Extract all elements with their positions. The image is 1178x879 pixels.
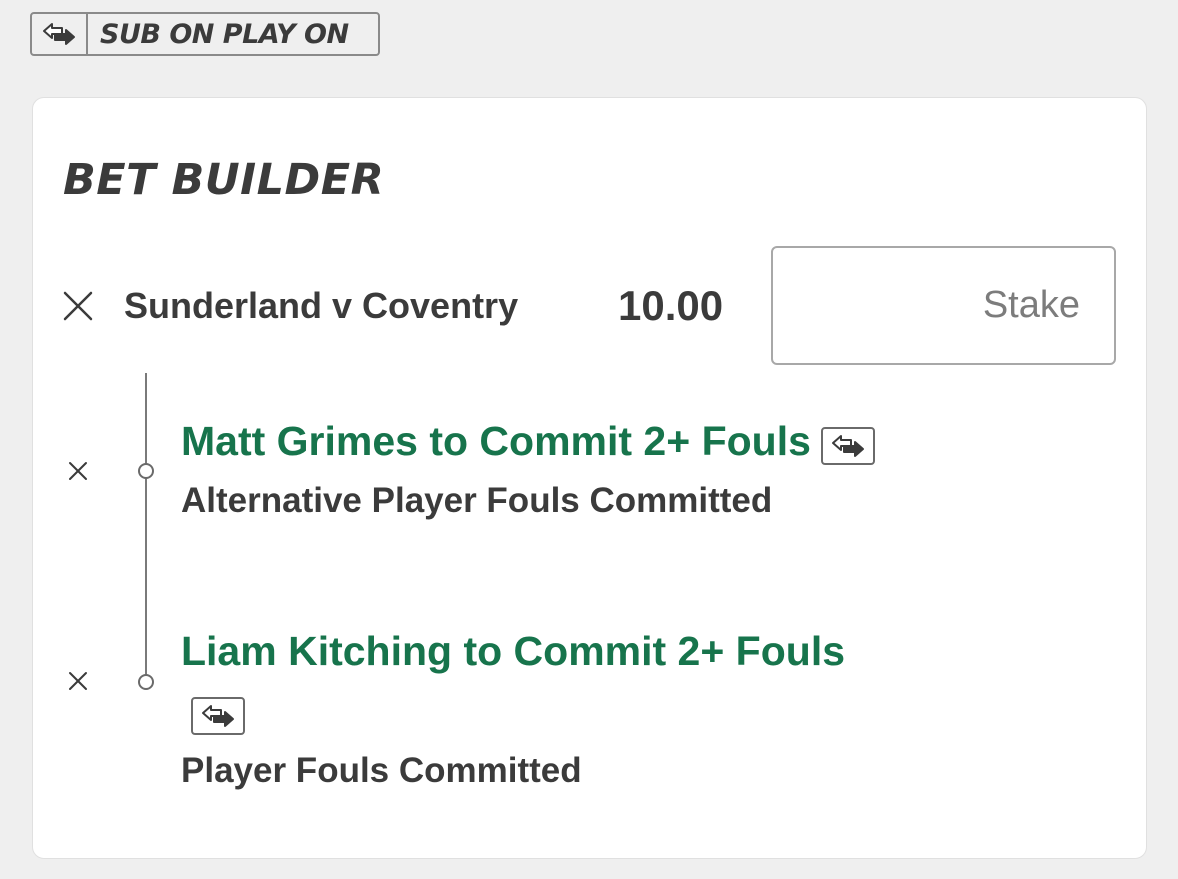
sub-swap-icon (191, 697, 245, 735)
remove-selection-close-icon[interactable] (68, 671, 88, 691)
remove-bet-close-icon[interactable] (63, 291, 93, 321)
bet-builder-title: BET BUILDER (63, 155, 385, 205)
bet-odds: 10.00 (618, 282, 724, 329)
sub-on-play-on-badge: SUB ON PLAY ON (30, 12, 380, 56)
selection-timeline-node (138, 674, 154, 690)
selection-market: Player Fouls Committed (181, 751, 582, 790)
bet-builder-card: BET BUILDER Sunderland v Coventry 10.00 … (32, 97, 1147, 859)
selection-timeline-line (145, 373, 147, 683)
sub-swap-icon (32, 14, 88, 54)
sub-swap-icon (820, 427, 875, 465)
sub-on-play-on-label: SUB ON PLAY ON (100, 18, 349, 50)
selection-item: Matt Grimes to Commit 2+ Fouls Alternati… (181, 411, 881, 531)
stake-input[interactable] (771, 246, 1116, 365)
selection-market: Alternative Player Fouls Committed (181, 481, 773, 520)
selection-name-row: Liam Kitching to Commit 2+ Fouls (181, 621, 881, 741)
selection-name: Matt Grimes to Commit 2+ Fouls (181, 418, 811, 464)
selection-timeline-node (138, 463, 154, 479)
remove-selection-close-icon[interactable] (68, 461, 88, 481)
selection-name-row: Matt Grimes to Commit 2+ Fouls (181, 411, 881, 471)
selection-item: Liam Kitching to Commit 2+ Fouls Player … (181, 621, 881, 801)
match-name: Sunderland v Coventry (124, 285, 519, 326)
selection-name: Liam Kitching to Commit 2+ Fouls (181, 628, 846, 674)
